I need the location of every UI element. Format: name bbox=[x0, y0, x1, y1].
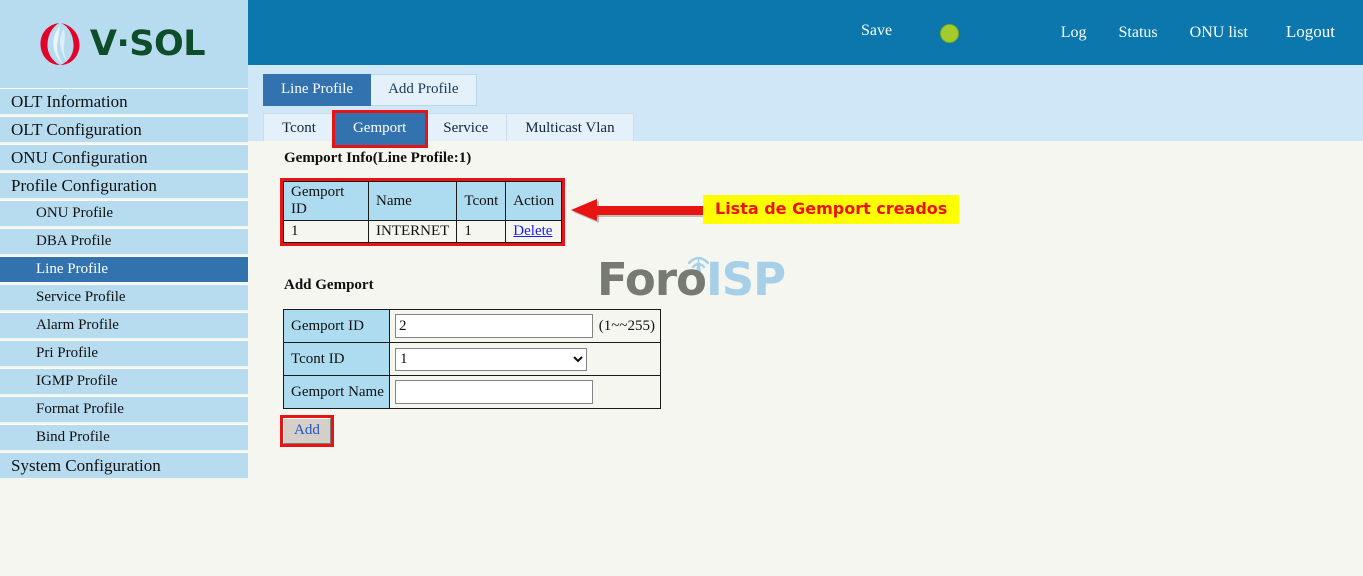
sidebar-item-pri-profile[interactable]: Pri Profile bbox=[0, 340, 248, 366]
tab-gemport[interactable]: Gemport bbox=[331, 110, 429, 148]
column-action: Action bbox=[505, 181, 563, 221]
gemport-id-hint: (1~~255) bbox=[598, 317, 655, 334]
gemport-id-input[interactable] bbox=[395, 314, 593, 338]
annotation-label: Lista de Gemport creados bbox=[703, 195, 960, 224]
sidebar-item-profile-configuration[interactable]: Profile Configuration bbox=[0, 172, 248, 198]
sidebar-item-onu-profile[interactable]: ONU Profile bbox=[0, 200, 248, 226]
gemport-name-input[interactable] bbox=[395, 380, 593, 404]
sidebar-item-onu-configuration[interactable]: ONU Configuration bbox=[0, 144, 248, 170]
tab-zone: Line Profile Add Profile Tcont Gemport S… bbox=[248, 65, 1363, 148]
label-gemport-name: Gemport Name bbox=[283, 375, 390, 409]
sidebar-item-bind-profile[interactable]: Bind Profile bbox=[0, 424, 248, 450]
field-tcont-id: 1 bbox=[389, 342, 661, 376]
header-link-status[interactable]: Status bbox=[1103, 24, 1174, 42]
logo-panel: V·SOL bbox=[0, 0, 248, 88]
cell-action: Delete bbox=[505, 220, 563, 243]
delete-link[interactable]: Delete bbox=[513, 223, 552, 239]
label-gemport-id: Gemport ID bbox=[283, 309, 390, 343]
table-row: 1 INTERNET 1 Delete bbox=[283, 220, 563, 243]
column-gemport-id: Gemport ID bbox=[283, 181, 369, 221]
cell-tcont: 1 bbox=[456, 220, 507, 243]
column-name: Name bbox=[367, 181, 458, 221]
vsol-flame-logo-icon bbox=[40, 23, 80, 65]
add-gemport-form: Gemport ID (1~~255) Tcont ID 1 Gemport N… bbox=[283, 309, 661, 409]
form-row-gemport-name: Gemport Name bbox=[283, 375, 661, 409]
save-button[interactable]: Save bbox=[861, 22, 892, 40]
cell-name: INTERNET bbox=[367, 220, 458, 243]
sidebar-nav: OLT Information OLT Configuration ONU Co… bbox=[0, 88, 248, 576]
sidebar-item-igmp-profile[interactable]: IGMP Profile bbox=[0, 368, 248, 394]
status-indicator-green-icon bbox=[940, 24, 959, 43]
tab-line-profile[interactable]: Line Profile bbox=[263, 74, 372, 106]
sidebar-item-line-profile[interactable]: Line Profile bbox=[0, 256, 248, 282]
add-gemport-title: Add Gemport bbox=[284, 277, 374, 293]
wifi-antenna-icon bbox=[687, 256, 710, 272]
sidebar-item-olt-configuration[interactable]: OLT Configuration bbox=[0, 116, 248, 142]
sidebar-item-olt-information[interactable]: OLT Information bbox=[0, 88, 248, 114]
tab-add-profile[interactable]: Add Profile bbox=[371, 74, 477, 106]
watermark-foro: Foro bbox=[597, 253, 707, 306]
header-link-log[interactable]: Log bbox=[1045, 24, 1103, 42]
sidebar-item-dba-profile[interactable]: DBA Profile bbox=[0, 228, 248, 254]
field-gemport-id: (1~~255) bbox=[389, 309, 661, 343]
cell-gemport-id: 1 bbox=[283, 220, 369, 243]
form-row-gemport-id: Gemport ID (1~~255) bbox=[283, 309, 661, 343]
label-tcont-id: Tcont ID bbox=[283, 342, 390, 376]
primary-tabs: Line Profile Add Profile bbox=[263, 74, 477, 106]
gemport-info-title: Gemport Info(Line Profile:1) bbox=[284, 150, 472, 166]
add-button[interactable]: Add bbox=[283, 418, 331, 444]
form-row-tcont-id: Tcont ID 1 bbox=[283, 342, 661, 376]
foroisp-watermark: ForoISP bbox=[597, 246, 786, 302]
top-header: Save Log Status ONU list Logout bbox=[248, 0, 1363, 65]
watermark-isp: ISP bbox=[705, 253, 786, 306]
watermark-text: ForoISP bbox=[597, 257, 786, 302]
field-gemport-name bbox=[389, 375, 661, 409]
sidebar-item-system-configuration[interactable]: System Configuration bbox=[0, 452, 248, 478]
header-link-onu-list[interactable]: ONU list bbox=[1174, 24, 1264, 42]
table-header-row: Gemport ID Name Tcont Action bbox=[283, 181, 563, 221]
header-links: Log Status ONU list Logout bbox=[1045, 22, 1349, 42]
gemport-info-table-highlight: Gemport ID Name Tcont Action 1 INTERNET … bbox=[279, 178, 566, 246]
add-button-highlight: Add bbox=[280, 415, 334, 447]
sidebar-item-alarm-profile[interactable]: Alarm Profile bbox=[0, 312, 248, 338]
gemport-info-table: Gemport ID Name Tcont Action 1 INTERNET … bbox=[283, 181, 563, 243]
sidebar-item-format-profile[interactable]: Format Profile bbox=[0, 396, 248, 422]
main-content: Gemport Info(Line Profile:1) Gemport ID … bbox=[248, 141, 1363, 576]
brand-name: V·SOL bbox=[89, 23, 206, 64]
column-tcont: Tcont bbox=[456, 181, 507, 221]
tcont-id-select[interactable]: 1 bbox=[395, 347, 587, 371]
annotation-arrow-icon bbox=[571, 199, 719, 223]
sidebar-item-service-profile[interactable]: Service Profile bbox=[0, 284, 248, 310]
header-link-logout[interactable]: Logout bbox=[1264, 22, 1349, 42]
